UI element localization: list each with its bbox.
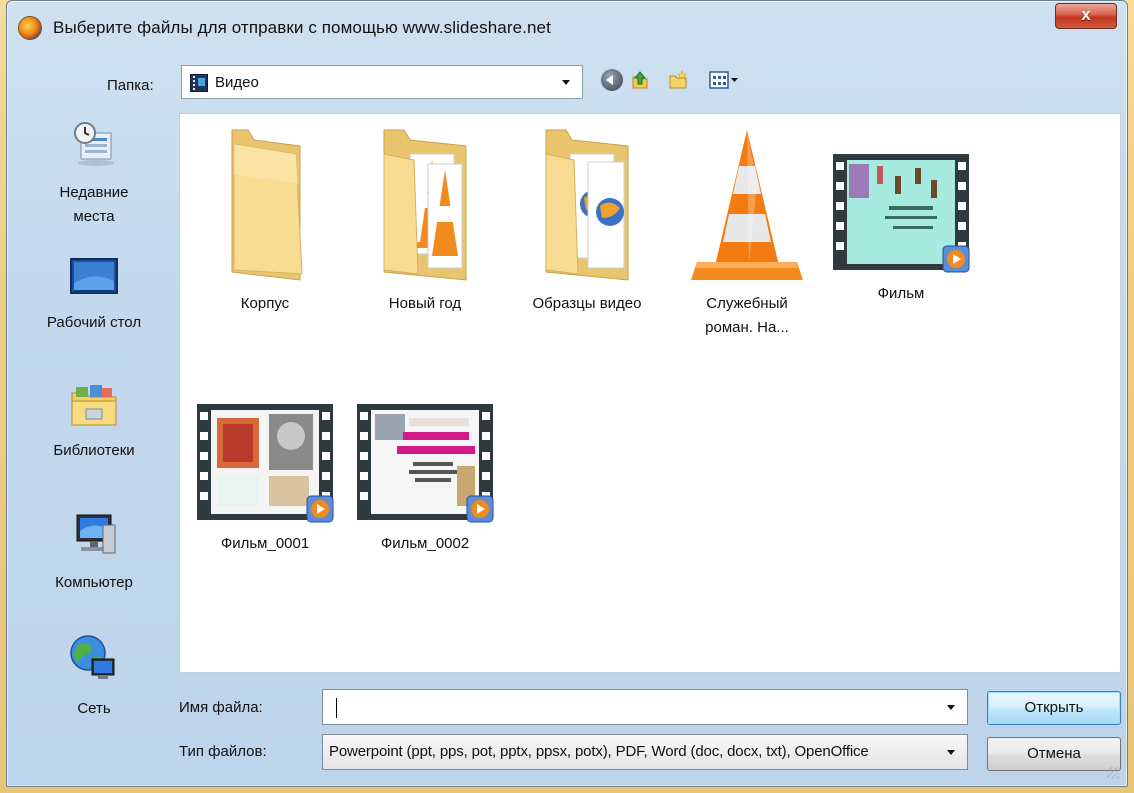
- filename-input[interactable]: [331, 692, 935, 724]
- place-label-computer: Компьютер: [55, 574, 133, 591]
- places-bar: Недавние места Рабочий стол Библиотеки К…: [15, 111, 173, 747]
- new-folder-icon[interactable]: [667, 69, 689, 91]
- open-file-dialog: Выберите файлы для отправки с помощью ww…: [6, 0, 1128, 787]
- file-item-office-romance[interactable]: Служебный роман. На...: [672, 124, 822, 340]
- resize-grip[interactable]: [1107, 767, 1119, 779]
- desktop-icon: [70, 258, 118, 294]
- place-label-libraries: Библиотеки: [53, 442, 135, 459]
- filetype-value: Powerpoint (ppt, pps, pot, pptx, ppsx, p…: [329, 743, 869, 760]
- file-item-film[interactable]: Фильм: [826, 146, 976, 306]
- view-menu-icon[interactable]: [709, 69, 739, 91]
- folder-vlc-icon: [383, 129, 467, 281]
- folder-label: Папка:: [107, 77, 154, 94]
- firefox-icon: [19, 17, 41, 39]
- window-title: Выберите файлы для отправки с помощью ww…: [53, 18, 551, 37]
- cancel-button[interactable]: Отмена: [987, 737, 1121, 771]
- video-thumbnail-icon: [197, 404, 334, 523]
- place-desktop[interactable]: Рабочий стол: [15, 257, 173, 335]
- computer-icon: [76, 514, 116, 554]
- file-item-film-0002[interactable]: Фильм_0002: [350, 396, 500, 556]
- file-name: Новый год: [388, 295, 462, 312]
- chevron-down-icon: [947, 750, 955, 755]
- place-label-recent: Недавние места: [59, 184, 129, 225]
- video-thumbnail-icon: [833, 154, 970, 273]
- file-name: Образцы видео: [532, 295, 642, 312]
- filename-label: Имя файла:: [179, 699, 263, 716]
- title-bar[interactable]: Выберите файлы для отправки с помощью ww…: [7, 1, 1127, 57]
- folder-dropdown[interactable]: Видео: [181, 65, 583, 99]
- dialog-body: Папка: Видео Недавние места Рабочий стол…: [15, 57, 1121, 781]
- network-icon: [70, 635, 115, 679]
- place-label-network: Сеть: [77, 700, 111, 717]
- text-cursor: [336, 698, 337, 718]
- place-network[interactable]: Сеть: [15, 633, 173, 721]
- file-item-sample-videos[interactable]: Образцы видео: [512, 124, 662, 316]
- back-icon[interactable]: [601, 69, 623, 91]
- file-list-view[interactable]: Корпус Новый год Образцы видео Служебный…: [179, 113, 1121, 673]
- file-name: Фильм_0001: [220, 535, 310, 552]
- file-name: Фильм: [877, 285, 925, 302]
- filename-combo[interactable]: [322, 689, 968, 725]
- place-label-desktop: Рабочий стол: [46, 314, 142, 331]
- chevron-down-icon[interactable]: [947, 705, 955, 710]
- libraries-icon: [71, 385, 117, 426]
- file-name: Служебный роман. На...: [705, 295, 789, 336]
- vlc-cone-icon: [691, 130, 803, 280]
- filetype-select[interactable]: Powerpoint (ppt, pps, pot, pptx, ppsx, p…: [322, 734, 968, 770]
- place-computer[interactable]: Компьютер: [15, 509, 173, 595]
- file-item-new-year[interactable]: Новый год: [350, 124, 500, 316]
- place-libraries[interactable]: Библиотеки: [15, 383, 173, 463]
- folder-icon: [231, 129, 303, 281]
- video-thumbnail-icon: [357, 404, 494, 523]
- file-item-korpus[interactable]: Корпус: [190, 124, 340, 316]
- folder-media-icon: [545, 129, 629, 281]
- file-name: Корпус: [240, 295, 290, 312]
- folder-value: Видео: [215, 74, 259, 91]
- file-name: Фильм_0002: [380, 535, 470, 552]
- videos-library-icon: [190, 74, 208, 92]
- chevron-down-icon: [562, 80, 570, 85]
- place-recent[interactable]: Недавние места: [15, 119, 173, 229]
- close-button[interactable]: x: [1055, 3, 1117, 29]
- file-item-film-0001[interactable]: Фильм_0001: [190, 396, 340, 556]
- recent-places-icon: [74, 122, 114, 166]
- desktop-background: Выберите файлы для отправки с помощью ww…: [0, 0, 1134, 793]
- up-folder-icon[interactable]: [629, 69, 651, 91]
- filetype-label: Тип файлов:: [179, 743, 267, 760]
- open-button[interactable]: Открыть: [987, 691, 1121, 725]
